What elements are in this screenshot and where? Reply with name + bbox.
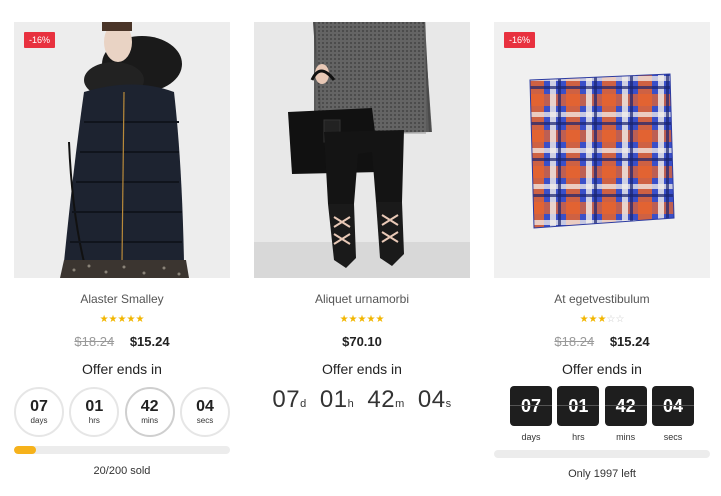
product-card-aliquet-urnamorbi[interactable]: Aliquet urnamorbi ★★★★★ $70.10 Offer end… <box>254 22 470 414</box>
sale-price: $15.24 <box>609 334 650 349</box>
countdown-value: 04 <box>417 386 446 413</box>
product-image[interactable] <box>254 22 470 278</box>
jacket-image <box>14 22 230 278</box>
countdown-label: days <box>30 416 48 425</box>
flip-countdown: 07 days 01 hrs 42 mins 04 secs <box>494 386 710 442</box>
sold-progress-fill <box>14 446 36 454</box>
countdown-label: secs <box>663 432 683 442</box>
countdown-value: 04 <box>196 398 214 415</box>
sold-progress-bar <box>14 446 230 454</box>
discount-badge: -16% <box>24 32 56 48</box>
countdown-label: hrs <box>572 432 585 442</box>
countdown-value: 07 <box>272 386 301 413</box>
plaid-scarf-image <box>494 22 710 278</box>
countdown-days: 07 days <box>14 387 64 437</box>
old-price: $18.24 <box>554 334 595 349</box>
countdown-minutes: 42 mins <box>604 386 647 442</box>
text-countdown: 07d 01h 42m 04s <box>254 386 470 414</box>
circle-countdown: 07 days 01 hrs 42 mins 04 secs <box>14 387 230 437</box>
countdown-hours: 01 hrs <box>69 387 120 437</box>
countdown-unit: h <box>347 398 355 410</box>
offer-label: Offer ends in <box>82 361 162 377</box>
product-image[interactable]: -16% <box>494 22 710 278</box>
countdown-value: 01 <box>85 398 104 415</box>
countdown-label: secs <box>196 416 214 425</box>
star-icon: ★★★★★ <box>99 314 145 325</box>
price-row: $70.10 <box>254 334 470 350</box>
sale-price: $15.24 <box>129 334 170 349</box>
sold-count: 20/200 sold <box>93 465 151 477</box>
countdown-value: 42 <box>367 386 396 413</box>
product-image[interactable]: -16% <box>14 22 230 278</box>
product-title[interactable]: At egetvestibulum <box>494 292 710 306</box>
countdown-unit: s <box>445 398 452 410</box>
product-title[interactable]: Alaster Smalley <box>14 292 230 306</box>
countdown-label: hrs <box>88 416 100 425</box>
product-title[interactable]: Aliquet urnamorbi <box>254 292 470 306</box>
stock-progress-bar <box>494 450 710 458</box>
countdown-minutes: 42 mins <box>124 387 175 437</box>
stock-left: Only 1997 left <box>568 468 636 480</box>
countdown-hours: 01 hrs <box>557 386 600 442</box>
countdown-label: mins <box>141 416 159 425</box>
countdown-days: 07 days <box>510 386 552 442</box>
countdown-label: mins <box>616 432 636 442</box>
countdown-value: 01 <box>319 386 348 413</box>
discount-badge: -16% <box>504 32 536 48</box>
product-card-alaster-smalley[interactable]: -16% Alaster Smalley ★★★★★ $18.24 $15.24… <box>14 22 230 477</box>
old-price: $18.24 <box>74 334 115 349</box>
handbag-coat-image <box>254 22 470 278</box>
countdown-seconds: 04 secs <box>179 387 230 437</box>
star-rating: ★★★☆☆ <box>494 314 710 326</box>
offer-label: Offer ends in <box>322 361 402 377</box>
countdown-value: 07 <box>30 398 48 415</box>
star-rating: ★★★★★ <box>254 314 470 326</box>
countdown-value: 01 <box>557 386 600 426</box>
sale-price: $70.10 <box>342 334 382 349</box>
offer-label: Offer ends in <box>562 361 642 377</box>
countdown-value: 42 <box>140 398 159 415</box>
countdown-seconds: 04 secs <box>651 386 694 442</box>
countdown-unit: d <box>300 398 307 410</box>
star-icon: ★★★ <box>579 314 607 325</box>
countdown-value: 07 <box>510 386 552 426</box>
product-card-at-egetvestibulum[interactable]: -16% At egetvestibulum ★★★☆☆ $18.24 $15.… <box>494 22 710 480</box>
price-row: $18.24 $15.24 <box>494 334 710 350</box>
countdown-value: 42 <box>604 386 647 426</box>
star-empty-icon: ☆☆ <box>606 314 625 325</box>
countdown-value: 04 <box>651 386 694 426</box>
countdown-label: days <box>521 432 541 442</box>
countdown-unit: m <box>395 398 405 410</box>
star-rating: ★★★★★ <box>14 314 230 326</box>
star-icon: ★★★★★ <box>339 314 385 325</box>
price-row: $18.24 $15.24 <box>14 334 230 350</box>
